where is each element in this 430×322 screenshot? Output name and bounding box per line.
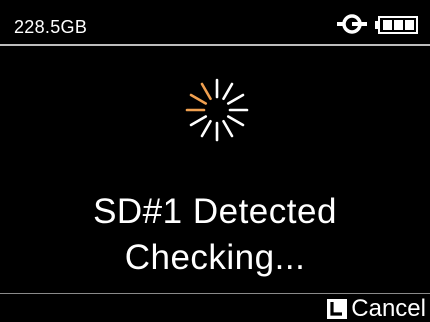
l-button-icon <box>327 299 348 319</box>
spinner-ray <box>226 93 245 105</box>
detected-message: SD#1 Detected <box>93 192 337 231</box>
spinner-ray <box>189 115 208 127</box>
checking-message: Checking... <box>124 238 306 277</box>
spinner-ray <box>200 82 212 101</box>
device-screen: 228.5GB SD#1 Detected Checking... Cancel <box>0 0 430 322</box>
footer-divider <box>0 293 430 294</box>
spinner-ray <box>226 115 245 127</box>
loading-spinner-icon <box>185 78 249 142</box>
cancel-label: Cancel <box>351 295 426 322</box>
cancel-button[interactable]: Cancel <box>327 296 426 322</box>
status-divider <box>0 44 430 46</box>
spinner-ray <box>222 119 234 138</box>
spinner-ray <box>222 82 234 101</box>
power-connector-icon <box>337 14 367 34</box>
spinner-ray <box>189 93 208 105</box>
battery-full-icon <box>375 16 418 34</box>
status-bar: 228.5GB <box>0 0 430 44</box>
spinner-ray <box>200 119 212 138</box>
storage-remaining: 228.5GB <box>14 17 88 37</box>
